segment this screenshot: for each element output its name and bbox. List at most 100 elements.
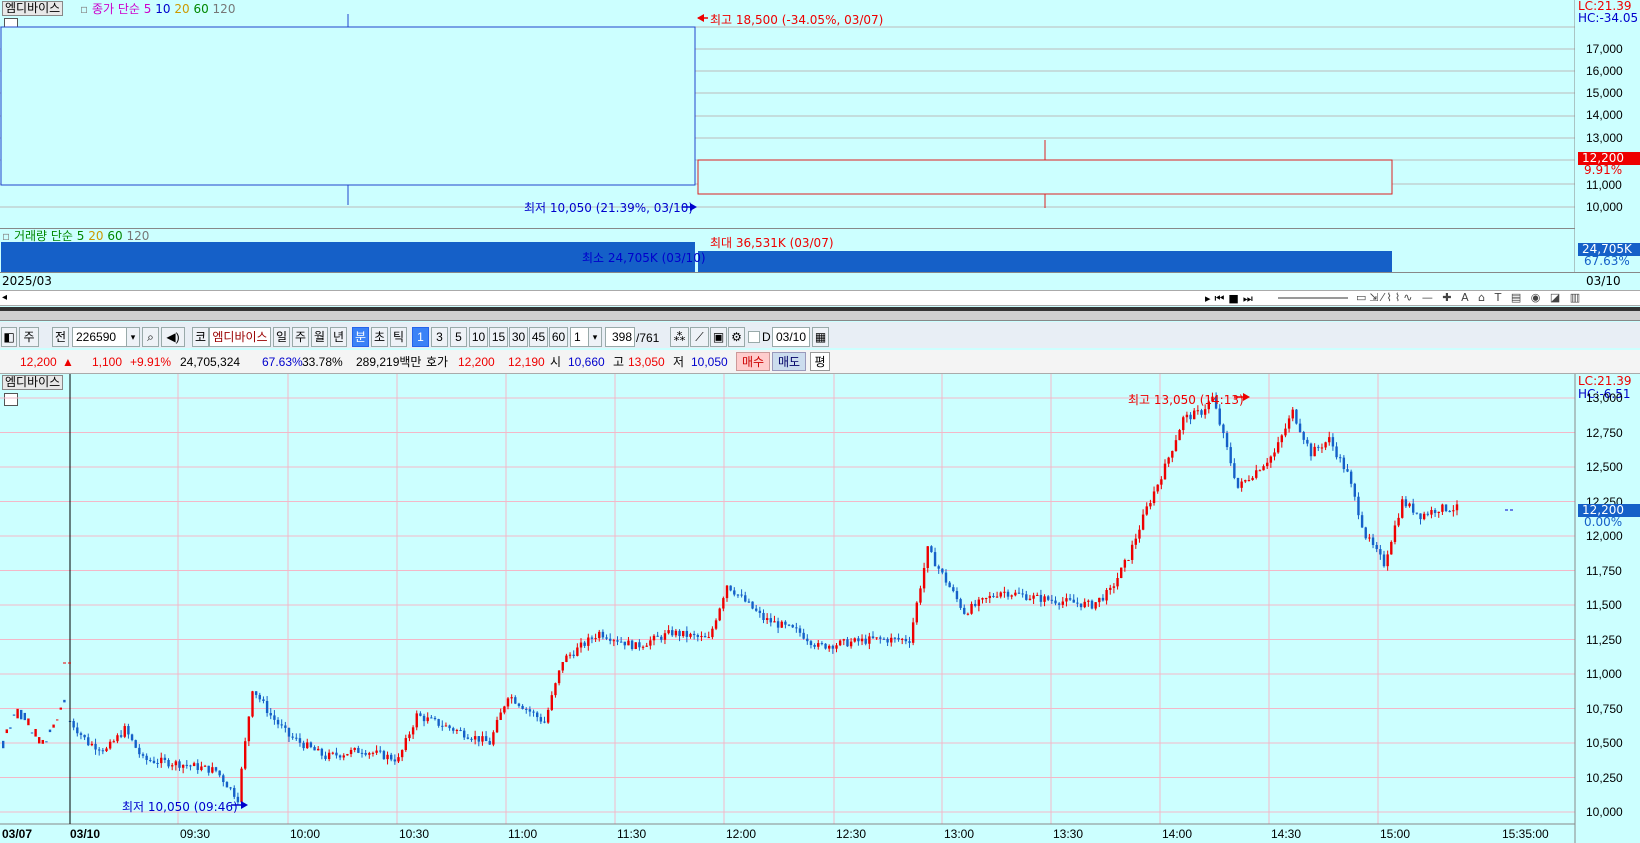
link-icon[interactable]: ◧	[1, 327, 17, 347]
period-week[interactable]: 주	[292, 327, 309, 347]
candle-body	[1076, 602, 1079, 604]
x-tick: 14:00	[1162, 827, 1193, 841]
candle-body	[769, 618, 772, 623]
calendar-icon[interactable]: ▦	[812, 327, 829, 347]
period-tick[interactable]: 틱	[390, 327, 407, 347]
sell-button[interactable]: 매도	[772, 352, 806, 371]
chart-tools-icons[interactable]: ▭⇲⁄⌇⌇∿ — ✚ A ⌂ T ▤ ◉ ◪ ▥	[1356, 291, 1583, 304]
candle-body	[309, 742, 313, 748]
candle-body	[94, 743, 97, 750]
candle-body	[532, 711, 535, 713]
buy-button[interactable]: 매수	[736, 352, 770, 371]
candle-body	[229, 787, 232, 789]
candle-body	[601, 631, 605, 638]
stock-name[interactable]: 엠디바이스	[209, 327, 271, 347]
volume-pane: ▫ 거래량 단순 5 20 60 120 최대 36,531K (03/07) …	[0, 228, 1575, 273]
candle-body	[404, 738, 407, 751]
candle-body	[1028, 598, 1032, 600]
candle-body	[568, 654, 572, 656]
date-input[interactable]: 03/10	[772, 327, 810, 347]
candle-body	[375, 750, 378, 753]
sound-icon[interactable]: ◀)	[161, 327, 185, 347]
candle-body	[16, 708, 19, 719]
minute-1[interactable]: 1	[412, 327, 429, 347]
minute-15[interactable]: 15	[489, 327, 508, 347]
candle-body	[1247, 479, 1251, 481]
minute-10[interactable]: 10	[469, 327, 488, 347]
candle-body	[671, 630, 674, 636]
x-tick: 12:30	[836, 827, 867, 841]
candle-body	[795, 627, 798, 629]
chart-scrollbar[interactable]: ◂ ▸⏮■⏭ ▭⇲⁄⌇⌇∿ — ✚ A ⌂ T ▤ ◉ ◪ ▥	[0, 290, 1640, 306]
x-tick: 14:30	[1271, 827, 1302, 841]
quote-volume: 24,705,324	[180, 355, 241, 369]
scroll-nav-icons[interactable]: ▸⏮■⏭	[1205, 292, 1257, 306]
candle-body	[1025, 594, 1028, 600]
candle-body	[167, 759, 170, 767]
candle-body	[510, 697, 513, 699]
y-tick: 10,000	[1586, 200, 1623, 214]
candle-body	[1127, 559, 1130, 561]
minute-3[interactable]: 3	[431, 327, 448, 347]
candle-body	[1433, 510, 1437, 513]
minute-30[interactable]: 30	[509, 327, 528, 347]
candle-body	[1353, 483, 1356, 497]
period-second[interactable]: 초	[371, 327, 388, 347]
candle-body	[419, 713, 422, 716]
minute-5[interactable]: 5	[450, 327, 467, 347]
candle-body	[780, 621, 783, 628]
candle-body	[327, 752, 331, 760]
scroll-left-icon[interactable]: ◂	[2, 293, 12, 303]
save-icon[interactable]: ▣	[710, 327, 727, 347]
quote-low: 10,050	[691, 355, 728, 369]
zoom-track[interactable]	[1278, 297, 1348, 299]
candle-body	[762, 612, 765, 621]
avg-button[interactable]: 평	[810, 352, 830, 371]
x-tick: 10:00	[290, 827, 321, 841]
candle-body	[488, 741, 491, 745]
candle-body	[302, 742, 305, 749]
candle-body	[528, 709, 532, 712]
y-tick: 11,500	[1586, 598, 1622, 612]
candle-body	[203, 765, 207, 767]
candle-body	[20, 709, 23, 720]
candle-body	[1328, 437, 1331, 443]
type-label: 코	[192, 327, 209, 347]
candle-body	[634, 642, 637, 650]
candle-body	[1003, 591, 1006, 593]
unit-dropdown-icon[interactable]: ▾	[588, 327, 602, 347]
period-day[interactable]: 일	[273, 327, 290, 347]
draw-icon[interactable]: ⟋	[690, 327, 709, 347]
candle-body	[908, 641, 911, 643]
y-tick: 14,000	[1586, 108, 1623, 122]
period-year[interactable]: 년	[330, 327, 347, 347]
date-checkbox[interactable]	[748, 331, 760, 343]
code-dropdown-icon[interactable]: ▾	[126, 327, 140, 347]
panel-splitter[interactable]	[0, 307, 1640, 321]
all-button[interactable]: 전	[52, 327, 69, 347]
period-month[interactable]: 월	[311, 327, 328, 347]
candle-body	[1408, 503, 1411, 507]
compare-icon[interactable]: ⁂	[670, 327, 689, 347]
candle-body	[904, 638, 908, 642]
candle-body	[379, 750, 382, 752]
candle-body	[1331, 437, 1335, 447]
candle-body	[1298, 423, 1302, 433]
candle-body	[34, 728, 37, 737]
market-select[interactable]: 주	[19, 327, 39, 347]
minute-45[interactable]: 45	[529, 327, 548, 347]
candle-body	[948, 582, 951, 588]
daily-x-right: 03/10	[1586, 274, 1621, 288]
candle-body	[371, 752, 375, 754]
period-minute[interactable]: 분	[352, 327, 369, 347]
settings-icon[interactable]: ⚙	[728, 327, 745, 347]
candle-body	[1287, 418, 1291, 429]
candle-body	[441, 725, 444, 727]
minute-60[interactable]: 60	[549, 327, 568, 347]
candle-body	[984, 598, 988, 600]
count-input[interactable]: 398	[605, 327, 635, 347]
candle-body	[1397, 517, 1400, 526]
search-icon[interactable]: ⌕	[142, 327, 159, 347]
candle-body	[287, 727, 291, 737]
candle-body	[112, 741, 115, 743]
